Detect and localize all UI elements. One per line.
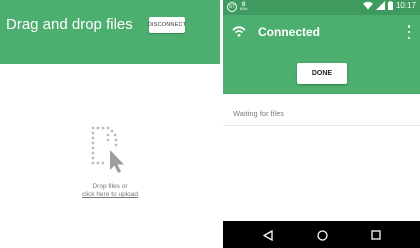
recents-icon[interactable] [369,228,383,242]
wifi-signal-icon [362,1,373,10]
upload-link[interactable]: click here to upload [70,191,150,198]
navigation-bar [223,221,420,248]
back-icon[interactable] [261,228,275,242]
drop-zone[interactable]: Drop files or click here to upload [70,124,150,204]
web-page: Drag and drop files DISCONNECT Drop file… [0,0,220,248]
done-button[interactable]: DONE [297,63,347,84]
drag-drop-file-icon [91,126,124,173]
waiting-status-text: Waiting for files [233,109,284,118]
overflow-menu-icon[interactable] [407,25,411,39]
home-icon[interactable] [315,228,329,242]
battery-icon [387,1,393,10]
page-title: Drag and drop files [6,16,133,33]
app-bar: Connected [223,15,420,50]
cell-signal-icon [375,1,385,10]
action-area: DONE [223,50,420,94]
disconnect-button[interactable]: DISCONNECT [148,17,186,33]
phone-screen: 67 0 KB/s 10:17 Connected DONE Waiting f… [223,0,420,248]
web-header: Drag and drop files DISCONNECT [0,0,220,64]
drop-files-text: Drop files or [92,183,128,190]
status-bar: 67 0 KB/s 10:17 [223,0,420,15]
connection-status-title: Connected [258,25,321,39]
network-speed: 0 KB/s [240,2,247,12]
speed-unit: KB/s [240,7,248,12]
divider [223,125,420,126]
clock: 10:17 [395,1,416,10]
notification-icon: 67 [227,2,237,12]
wifi-icon [232,26,246,37]
